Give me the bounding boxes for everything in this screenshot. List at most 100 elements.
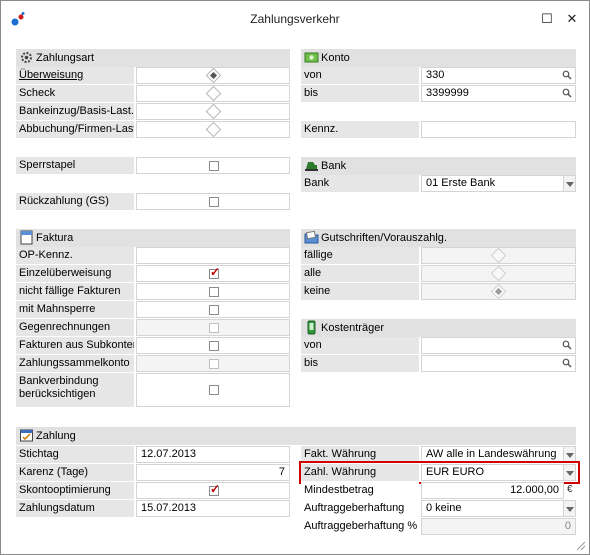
sperrstapel-label: Sperrstapel xyxy=(16,157,134,174)
nicht-faellige-checkbox[interactable] xyxy=(209,287,219,297)
radio-keine[interactable] xyxy=(490,284,507,299)
currency-unit: € xyxy=(567,484,573,495)
search-icon[interactable] xyxy=(562,358,572,368)
auftraggeberhaftung-row: Auftraggeberhaftung 0 keine xyxy=(301,500,576,517)
kennz-label: Kennz. xyxy=(301,121,419,138)
section-title: Gutschriften/Vorauszahlg. xyxy=(321,232,447,244)
konto-bis-value: 3399999 xyxy=(426,87,469,99)
device-icon xyxy=(307,320,316,335)
faktura-label: Einzelüberweisung xyxy=(16,265,134,282)
kennz-input[interactable] xyxy=(421,121,576,138)
gegenrechnungen-checkbox[interactable] xyxy=(209,323,219,333)
option-label: Bankeinzug/Basis-Last. xyxy=(16,103,134,120)
op-kennz-input[interactable] xyxy=(136,247,290,264)
folder-icon xyxy=(304,230,319,244)
option-label: Überweisung xyxy=(16,67,134,84)
karenz-input[interactable]: 7 xyxy=(136,464,290,481)
radio-ueberweisung-field xyxy=(136,67,290,84)
gutschriften-row: fällige xyxy=(301,247,576,264)
mindestbetrag-label: Mindestbetrag xyxy=(301,482,419,499)
auftraggeberhaftung-label: Auftraggeberhaftung xyxy=(301,500,419,517)
sperrstapel-checkbox[interactable] xyxy=(209,161,219,171)
dialog-window: Zahlungsverkehr ☐ ✕ Zahlungsart Überweis… xyxy=(0,0,590,555)
section-faktura: Faktura xyxy=(16,229,290,247)
option-label: fällige xyxy=(301,247,419,264)
radio-alle[interactable] xyxy=(490,266,507,281)
resize-grip-icon[interactable] xyxy=(574,539,586,551)
kostentraeger-bis-row: bis xyxy=(301,355,576,372)
radio-faellige[interactable] xyxy=(490,248,507,263)
bank-icon xyxy=(305,162,318,171)
radio-scheck-field xyxy=(136,85,290,102)
search-icon[interactable] xyxy=(562,340,572,350)
money-icon xyxy=(304,52,319,63)
chevron-down-icon[interactable] xyxy=(563,501,575,516)
bank-select[interactable]: 01 Erste Bank xyxy=(421,175,576,192)
gegenrechnungen-field xyxy=(136,319,290,336)
radio-scheck[interactable] xyxy=(205,86,222,101)
faktura-label: nicht fällige Fakturen xyxy=(16,283,134,300)
radio-faellige-field xyxy=(421,247,576,264)
rueckzahlung-row: Rückzahlung (GS) xyxy=(16,193,290,210)
option-label: Scheck xyxy=(16,85,134,102)
bankverbindung-checkbox[interactable] xyxy=(209,385,219,395)
konto-von-label: von xyxy=(301,67,419,84)
radio-abbuchung-field xyxy=(136,121,290,138)
auftraggeberhaftung-pct-row: Auftraggeberhaftung % 0 xyxy=(301,518,576,535)
kostentraeger-von-row: von xyxy=(301,337,576,354)
mahnsperre-field xyxy=(136,301,290,318)
faktura-label: Zahlungssammelkonto xyxy=(16,355,134,372)
subkonten-checkbox[interactable] xyxy=(209,341,219,351)
rueckzahlung-checkbox[interactable] xyxy=(209,197,219,207)
section-konto: Konto xyxy=(301,49,576,67)
section-kostentraeger: Kostenträger xyxy=(301,319,576,337)
maximize-button[interactable]: ☐ xyxy=(537,9,557,29)
rueckzahlung-field xyxy=(136,193,290,210)
kostentraeger-von-input[interactable] xyxy=(421,337,576,354)
zahlungsdatum-row: Zahlungsdatum 15.07.2013 xyxy=(16,500,290,517)
chevron-down-icon[interactable] xyxy=(563,447,575,462)
faktura-row: Bankverbindung berücksichtigen xyxy=(16,373,290,407)
radio-bankeinzug[interactable] xyxy=(205,104,222,119)
mahnsperre-checkbox[interactable] xyxy=(209,305,219,315)
skonto-field xyxy=(136,482,290,499)
faktura-row: Zahlungssammelkonto xyxy=(16,355,290,372)
chevron-down-icon[interactable] xyxy=(563,176,575,191)
radio-ueberweisung[interactable] xyxy=(205,68,222,83)
stichtag-row: Stichtag 12.07.2013 xyxy=(16,446,290,463)
kostentraeger-bis-label: bis xyxy=(301,355,419,372)
faktura-row: mit Mahnsperre xyxy=(16,301,290,318)
auftraggeberhaftung-value: 0 keine xyxy=(426,502,462,514)
sammelkonto-checkbox[interactable] xyxy=(209,359,219,369)
option-label: alle xyxy=(301,265,419,282)
kostentraeger-bis-input[interactable] xyxy=(421,355,576,372)
faktura-row: nicht fällige Fakturen xyxy=(16,283,290,300)
stichtag-input[interactable]: 12.07.2013 xyxy=(136,446,290,463)
karenz-row: Karenz (Tage) 7 xyxy=(16,464,290,481)
title-bar: Zahlungsverkehr ☐ ✕ xyxy=(1,1,589,37)
zahlungsart-row: Scheck xyxy=(16,85,290,102)
faktura-label: Fakturen aus Subkonten xyxy=(16,337,134,354)
auftraggeberhaftung-pct-input[interactable]: 0 xyxy=(421,518,576,535)
kennz-row: Kennz. xyxy=(301,121,576,138)
search-icon[interactable] xyxy=(562,70,572,80)
search-icon[interactable] xyxy=(562,88,572,98)
radio-alle-field xyxy=(421,265,576,282)
zahlungsart-row: Überweisung xyxy=(16,67,290,84)
auftraggeberhaftung-select[interactable]: 0 keine xyxy=(421,500,576,517)
section-title: Faktura xyxy=(36,232,74,244)
rueckzahlung-label: Rückzahlung (GS) xyxy=(16,193,134,210)
close-button[interactable]: ✕ xyxy=(562,9,582,29)
auftraggeberhaftung-pct-label: Auftraggeberhaftung % xyxy=(301,518,419,535)
mindestbetrag-input[interactable]: 12.000,00 xyxy=(421,482,564,499)
einzelueberweisung-checkbox[interactable] xyxy=(209,266,220,280)
faktura-row: Einzelüberweisung xyxy=(16,265,290,282)
einzelueberweisung-field xyxy=(136,265,290,282)
section-zahlung: Zahlung xyxy=(16,427,576,445)
konto-bis-input[interactable]: 3399999 xyxy=(421,85,576,102)
section-title: Kostenträger xyxy=(321,322,384,334)
skonto-checkbox[interactable] xyxy=(209,483,220,497)
konto-von-input[interactable]: 330 xyxy=(421,67,576,84)
radio-abbuchung[interactable] xyxy=(205,122,222,137)
zahlungsdatum-input[interactable]: 15.07.2013 xyxy=(136,500,290,517)
